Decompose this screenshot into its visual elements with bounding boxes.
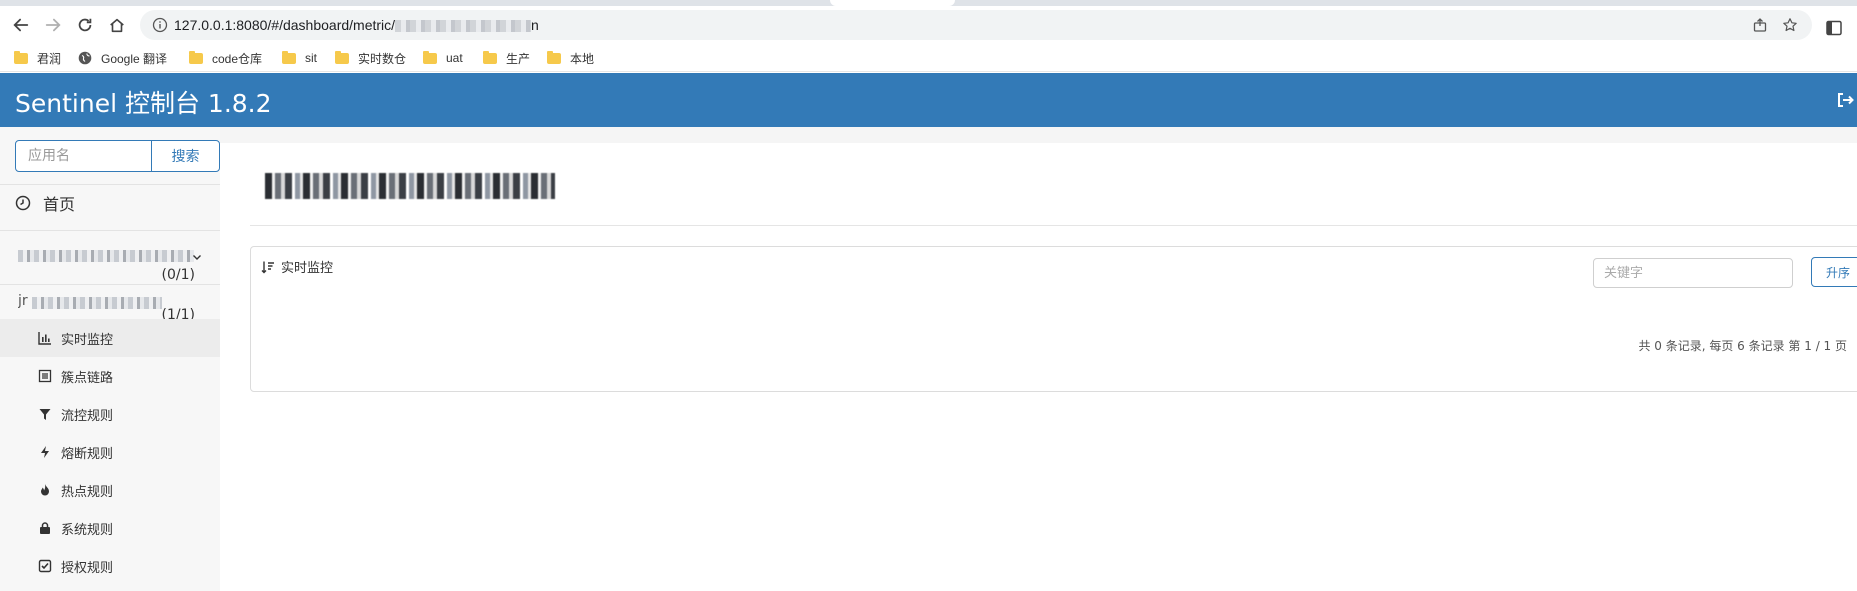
bookmark-uat[interactable]: uat bbox=[423, 49, 463, 67]
url-redacted bbox=[395, 20, 532, 33]
folder-icon bbox=[335, 50, 349, 64]
url-text: 127.0.0.1:8080/#/dashboard/metric/n bbox=[174, 17, 539, 33]
page-title bbox=[265, 171, 555, 199]
folder-icon bbox=[547, 50, 561, 64]
app-title-redacted bbox=[265, 173, 555, 199]
back-button[interactable] bbox=[9, 13, 33, 37]
pagination-summary: 共 0 条记录, 每页 6 条记录 第 1 / 1 页 bbox=[1638, 339, 1847, 353]
divider bbox=[0, 284, 220, 285]
star-icon[interactable] bbox=[1782, 17, 1798, 33]
clock-icon bbox=[15, 195, 31, 211]
menu-label: 授权规则 bbox=[61, 560, 114, 576]
menu-label: 系统规则 bbox=[61, 522, 114, 538]
browser-toolbar: 127.0.0.1:8080/#/dashboard/metric/n bbox=[0, 6, 1857, 44]
bookmark-label: Google 翻译 bbox=[101, 51, 168, 66]
app-name-redacted bbox=[32, 297, 162, 309]
app-health-count: (0/1) bbox=[161, 267, 195, 283]
menu-item-cluster-chain[interactable]: 簇点链路 bbox=[0, 357, 220, 395]
globe-icon bbox=[78, 51, 92, 65]
bookmark-local[interactable]: 本地 bbox=[547, 49, 594, 67]
url-prefix: 127.0.0.1:8080/#/dashboard/metric/ bbox=[174, 17, 396, 33]
sort-ascending-button[interactable]: 升序 bbox=[1811, 257, 1857, 287]
app-name-redacted bbox=[18, 250, 194, 262]
divider bbox=[250, 225, 1857, 226]
panel-title: 实时监控 bbox=[261, 257, 333, 276]
menu-label: 簇点链路 bbox=[61, 370, 114, 386]
bookmark-label: 君润 bbox=[37, 51, 62, 66]
url-suffix: n bbox=[531, 17, 539, 33]
sidebar-app-2[interactable]: jr (1/1) bbox=[18, 287, 208, 321]
bolt-icon bbox=[38, 445, 52, 459]
bookmark-code-repo[interactable]: code仓库 bbox=[189, 49, 262, 67]
bookmark-junrun[interactable]: 君润 bbox=[14, 49, 61, 67]
divider bbox=[0, 184, 220, 185]
fire-icon bbox=[38, 483, 52, 497]
menu-label: 流控规则 bbox=[61, 408, 114, 424]
menu-label: 熔断规则 bbox=[61, 446, 114, 462]
main-content: 实时监控 升序 共 0 条记录, 每页 6 条记录 第 1 / 1 页 bbox=[220, 127, 1857, 591]
home-button[interactable] bbox=[105, 13, 129, 37]
chevron-down-icon bbox=[193, 255, 201, 260]
bookmark-sit[interactable]: sit bbox=[282, 49, 317, 67]
menu-item-system-rules[interactable]: 系统规则 bbox=[0, 509, 220, 547]
app-name-initial: jr bbox=[18, 293, 28, 309]
list-icon bbox=[38, 369, 52, 383]
bookmark-label: 本地 bbox=[570, 51, 595, 66]
menu-item-hotspot-rules[interactable]: 热点规则 bbox=[0, 471, 220, 509]
menu-label: 热点规则 bbox=[61, 484, 114, 500]
app-header: Sentinel 控制台 1.8.2 bbox=[0, 73, 1857, 127]
folder-icon bbox=[189, 50, 203, 64]
folder-icon bbox=[282, 50, 296, 64]
folder-icon bbox=[14, 50, 28, 64]
bookmark-google-translate[interactable]: Google 翻译 bbox=[78, 49, 167, 67]
folder-icon bbox=[483, 50, 497, 64]
search-button[interactable]: 搜索 bbox=[151, 140, 220, 172]
realtime-monitor-panel: 实时监控 升序 共 0 条记录, 每页 6 条记录 第 1 / 1 页 bbox=[250, 246, 1857, 392]
bookmark-production[interactable]: 生产 bbox=[483, 49, 530, 67]
bookmark-label: 实时数仓 bbox=[358, 51, 407, 66]
arrow-left-icon bbox=[13, 18, 29, 32]
sidebar-item-home[interactable]: 首页 bbox=[15, 189, 75, 217]
bookmarks-bar: 君润 Google 翻译 code仓库 sit 实时数仓 uat 生产 本地 bbox=[0, 44, 1857, 72]
sort-amount-icon bbox=[261, 261, 274, 273]
logout-icon[interactable] bbox=[1836, 91, 1854, 109]
brand-title[interactable]: Sentinel 控制台 1.8.2 bbox=[15, 84, 272, 120]
app-search-input[interactable] bbox=[15, 140, 152, 172]
sidebar: 搜索 首页 (0/1) jr (1/1) 实时监控 簇点链路 流控规则 熔断规则… bbox=[0, 127, 220, 591]
bookmark-realtime-dw[interactable]: 实时数仓 bbox=[335, 49, 406, 67]
reload-button[interactable] bbox=[73, 13, 97, 37]
lock-icon bbox=[38, 521, 52, 535]
home-icon bbox=[110, 18, 124, 33]
bar-chart-icon bbox=[38, 331, 52, 345]
bookmark-label: sit bbox=[305, 51, 317, 65]
menu-label: 实时监控 bbox=[61, 332, 114, 348]
sidebar-app-1[interactable]: (0/1) bbox=[18, 244, 208, 284]
menu-item-authority-rules[interactable]: 授权规则 bbox=[0, 547, 220, 585]
reload-icon bbox=[78, 18, 92, 32]
arrow-right-icon bbox=[45, 18, 61, 32]
check-square-icon bbox=[38, 559, 52, 573]
bookmark-label: 生产 bbox=[506, 51, 531, 66]
filter-icon bbox=[38, 407, 52, 421]
main-top-band bbox=[220, 127, 1857, 143]
menu-item-degrade-rules[interactable]: 熔断规则 bbox=[0, 433, 220, 471]
share-icon[interactable] bbox=[1752, 17, 1768, 33]
menu-item-flow-rules[interactable]: 流控规则 bbox=[0, 395, 220, 433]
folder-icon bbox=[423, 50, 437, 64]
menu-item-realtime-monitor[interactable]: 实时监控 bbox=[0, 319, 220, 357]
panel-title-label: 实时监控 bbox=[281, 261, 334, 276]
forward-button[interactable] bbox=[41, 13, 65, 37]
keyword-input[interactable] bbox=[1593, 258, 1793, 288]
app-search: 搜索 bbox=[15, 140, 220, 172]
info-icon bbox=[152, 17, 168, 33]
bookmark-label: code仓库 bbox=[212, 51, 263, 66]
divider bbox=[0, 230, 220, 231]
side-panel-icon[interactable] bbox=[1825, 19, 1843, 37]
bookmark-label: uat bbox=[446, 51, 463, 65]
address-bar[interactable]: 127.0.0.1:8080/#/dashboard/metric/n bbox=[140, 10, 1812, 40]
home-label: 首页 bbox=[43, 195, 76, 214]
